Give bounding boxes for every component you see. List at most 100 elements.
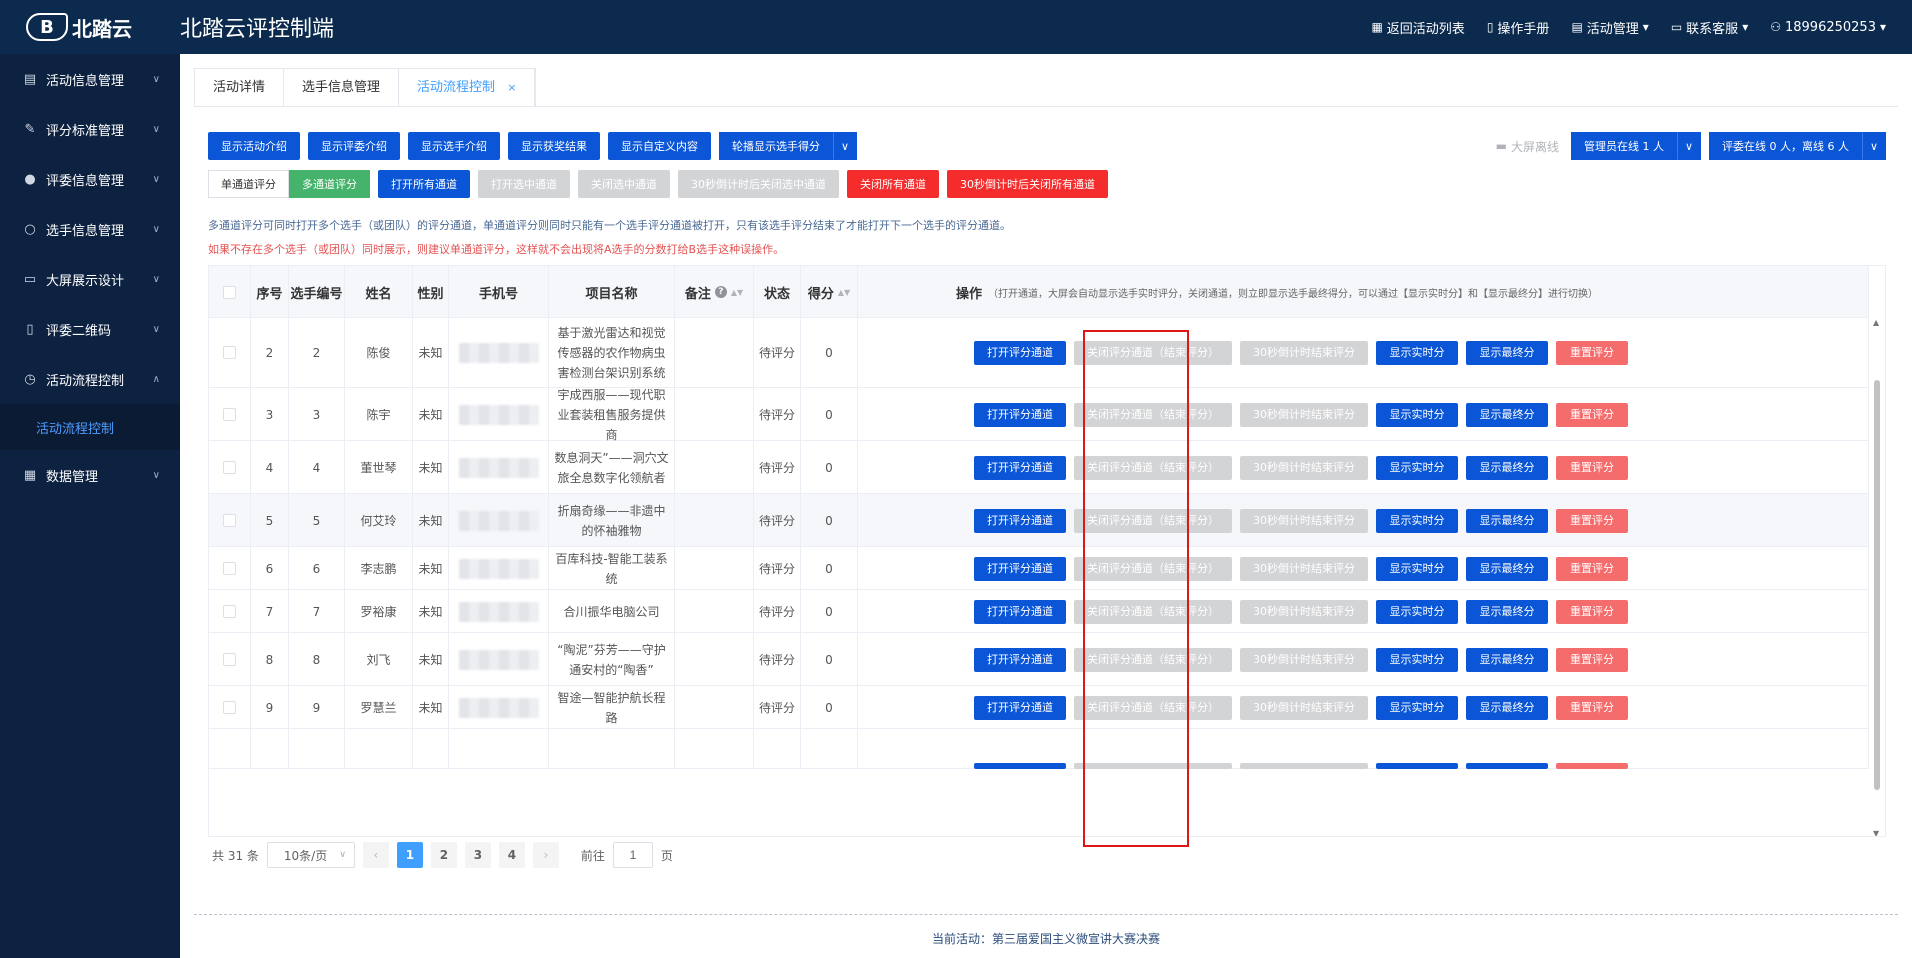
reset-score-button[interactable]: 重置评分 bbox=[1556, 556, 1628, 581]
countdown-end-button[interactable]: 30秒倒计时结束评分 bbox=[1240, 402, 1368, 427]
sidebar-item-judge-qrcode[interactable]: ▯ 评委二维码 ∨ bbox=[0, 304, 180, 354]
countdown-end-button[interactable]: 30秒倒计时结束评分 bbox=[1240, 556, 1368, 581]
countdown-end-button[interactable]: 30秒倒计时结束评分 bbox=[1240, 455, 1368, 480]
show-final-score-button[interactable]: 显示最终分 bbox=[1466, 647, 1548, 672]
show-live-score-button[interactable]: 显示实时分 bbox=[1376, 695, 1458, 720]
reset-score-button[interactable]: 重置评分 bbox=[1556, 647, 1628, 672]
header-score[interactable]: 得分 ▲▼ bbox=[801, 266, 858, 318]
tab-flow-control[interactable]: 活动流程控制 × bbox=[399, 69, 536, 107]
open-channel-button[interactable]: 打开评分通道 bbox=[974, 599, 1066, 624]
countdown-end-button[interactable]: 30秒倒计时结束评分 bbox=[1240, 599, 1368, 624]
show-live-score-button[interactable]: 显示实时分 bbox=[1376, 508, 1458, 533]
show-final-score-button[interactable]: 显示最终分 bbox=[1466, 402, 1548, 427]
open-channel-button[interactable]: 打开评分通道 bbox=[974, 556, 1066, 581]
sidebar-item-screen-design[interactable]: ▭ 大屏展示设计 ∨ bbox=[0, 254, 180, 304]
row-checkbox[interactable] bbox=[223, 701, 236, 714]
close-channel-button[interactable]: 关闭评分通道（结束评分） bbox=[1074, 402, 1232, 427]
close-icon[interactable]: × bbox=[507, 81, 516, 94]
reset-score-button[interactable]: 重置评分 bbox=[1556, 402, 1628, 427]
show-activity-intro-button[interactable]: 显示活动介绍 bbox=[208, 132, 300, 160]
row-checkbox[interactable] bbox=[223, 461, 236, 474]
close-all-channels-button[interactable]: 关闭所有通道 bbox=[847, 170, 939, 198]
prev-page-button[interactable]: ‹ bbox=[362, 842, 389, 868]
countdown-end-button[interactable]: 30秒倒计时结束评分 bbox=[1240, 508, 1368, 533]
tab-contestant-info[interactable]: 选手信息管理 bbox=[284, 69, 400, 107]
show-live-score-button[interactable] bbox=[1376, 763, 1458, 769]
reset-score-button[interactable]: 重置评分 bbox=[1556, 508, 1628, 533]
open-channel-button[interactable]: 打开评分通道 bbox=[974, 402, 1066, 427]
show-custom-content-button[interactable]: 显示自定义内容 bbox=[608, 132, 711, 160]
show-award-result-button[interactable]: 显示获奖结果 bbox=[508, 132, 600, 160]
reset-score-button[interactable]: 重置评分 bbox=[1556, 599, 1628, 624]
sidebar-item-judge-info[interactable]: ● 评委信息管理 ∨ bbox=[0, 154, 180, 204]
carousel-score-button[interactable]: 轮播显示选手得分 bbox=[719, 132, 833, 160]
show-final-score-button[interactable]: 显示最终分 bbox=[1466, 455, 1548, 480]
sidebar-item-activity-info[interactable]: ▤ 活动信息管理 ∨ bbox=[0, 54, 180, 104]
scroll-down-arrow-icon[interactable]: ▼ bbox=[1873, 829, 1879, 836]
show-live-score-button[interactable]: 显示实时分 bbox=[1376, 647, 1458, 672]
show-live-score-button[interactable]: 显示实时分 bbox=[1376, 340, 1458, 365]
sidebar-item-contestant-info[interactable]: ○ 选手信息管理 ∨ bbox=[0, 204, 180, 254]
show-live-score-button[interactable]: 显示实时分 bbox=[1376, 455, 1458, 480]
page-button-4[interactable]: 4 bbox=[498, 842, 525, 868]
reset-score-button[interactable]: 重置评分 bbox=[1556, 695, 1628, 720]
reset-score-button[interactable]: 重置评分 bbox=[1556, 340, 1628, 365]
tab-activity-detail[interactable]: 活动详情 bbox=[195, 69, 285, 107]
sidebar-item-data-manage[interactable]: ▦ 数据管理 ∨ bbox=[0, 450, 180, 500]
scroll-up-arrow-icon[interactable]: ▲ bbox=[1873, 318, 1879, 327]
page-button-3[interactable]: 3 bbox=[464, 842, 491, 868]
open-channel-button[interactable]: 打开评分通道 bbox=[974, 647, 1066, 672]
activity-manage-menu[interactable]: ▤ 活动管理 ▾ bbox=[1571, 18, 1648, 37]
show-live-score-button[interactable]: 显示实时分 bbox=[1376, 599, 1458, 624]
goto-page-input[interactable] bbox=[612, 842, 653, 868]
multi-channel-mode-button[interactable]: 多通道评分 bbox=[289, 170, 370, 198]
open-channel-button[interactable]: 打开评分通道 bbox=[974, 340, 1066, 365]
countdown-end-button[interactable]: 30秒倒计时结束评分 bbox=[1240, 340, 1368, 365]
page-button-2[interactable]: 2 bbox=[430, 842, 457, 868]
open-channel-button[interactable]: 打开评分通道 bbox=[974, 695, 1066, 720]
close-channel-button[interactable]: 关闭评分通道（结束评分） bbox=[1074, 695, 1232, 720]
countdown-end-button[interactable] bbox=[1240, 763, 1368, 769]
countdown-close-selected-button[interactable]: 30秒倒计时后关闭选中通道 bbox=[678, 170, 839, 198]
row-checkbox[interactable] bbox=[223, 514, 236, 527]
show-final-score-button[interactable]: 显示最终分 bbox=[1466, 556, 1548, 581]
row-checkbox[interactable] bbox=[223, 346, 236, 359]
chevron-down-icon[interactable]: ∨ bbox=[1862, 132, 1886, 160]
row-checkbox[interactable] bbox=[223, 408, 236, 421]
close-channel-button[interactable]: 关闭评分通道（结束评分） bbox=[1074, 508, 1232, 533]
sidebar-item-flow-control[interactable]: ◷ 活动流程控制 ∧ bbox=[0, 354, 180, 404]
help-icon[interactable]: ? bbox=[714, 286, 727, 298]
table-scrollbar[interactable]: ▲ ▼ bbox=[1871, 318, 1883, 836]
countdown-close-all-button[interactable]: 30秒倒计时后关闭所有通道 bbox=[947, 170, 1108, 198]
close-channel-button[interactable]: 关闭评分通道（结束评分） bbox=[1074, 455, 1232, 480]
sidebar-item-score-standard[interactable]: ✎ 评分标准管理 ∨ bbox=[0, 104, 180, 154]
back-to-list-link[interactable]: ▦ 返回活动列表 bbox=[1371, 18, 1464, 37]
show-final-score-button[interactable]: 显示最终分 bbox=[1466, 695, 1548, 720]
close-channel-button[interactable]: 关闭评分通道（结束评分） bbox=[1074, 647, 1232, 672]
judge-online-button[interactable]: 评委在线 0 人，离线 6 人 bbox=[1709, 132, 1862, 160]
chevron-down-icon[interactable]: ∨ bbox=[833, 132, 857, 160]
row-checkbox[interactable] bbox=[223, 653, 236, 666]
close-selected-channels-button[interactable]: 关闭选中通道 bbox=[578, 170, 670, 198]
reset-score-button[interactable]: 重置评分 bbox=[1556, 455, 1628, 480]
show-final-score-button[interactable]: 显示最终分 bbox=[1466, 340, 1548, 365]
header-remark[interactable]: 备注 ? ▲▼ bbox=[675, 266, 754, 318]
countdown-end-button[interactable]: 30秒倒计时结束评分 bbox=[1240, 695, 1368, 720]
contact-service-menu[interactable]: ▭ 联系客服 ▾ bbox=[1671, 18, 1748, 37]
countdown-end-button[interactable]: 30秒倒计时结束评分 bbox=[1240, 647, 1368, 672]
close-channel-button[interactable]: 关闭评分通道（结束评分） bbox=[1074, 340, 1232, 365]
select-all-checkbox[interactable] bbox=[223, 285, 236, 299]
open-channel-button[interactable]: 打开评分通道 bbox=[974, 508, 1066, 533]
scrollbar-thumb[interactable] bbox=[1874, 380, 1880, 790]
sort-icon[interactable]: ▲▼ bbox=[838, 288, 850, 297]
show-final-score-button[interactable]: 显示最终分 bbox=[1466, 508, 1548, 533]
reset-score-button[interactable] bbox=[1556, 763, 1628, 769]
manual-link[interactable]: ▯ 操作手册 bbox=[1487, 18, 1550, 37]
brand-logo[interactable]: B 北踏云 bbox=[0, 0, 180, 54]
chevron-down-icon[interactable]: ∨ bbox=[1677, 132, 1702, 160]
open-channel-button[interactable]: 打开评分通道 bbox=[974, 455, 1066, 480]
open-all-channels-button[interactable]: 打开所有通道 bbox=[378, 170, 470, 198]
open-selected-channels-button[interactable]: 打开选中通道 bbox=[478, 170, 570, 198]
open-channel-button[interactable] bbox=[974, 763, 1066, 769]
show-final-score-button[interactable] bbox=[1466, 763, 1548, 769]
